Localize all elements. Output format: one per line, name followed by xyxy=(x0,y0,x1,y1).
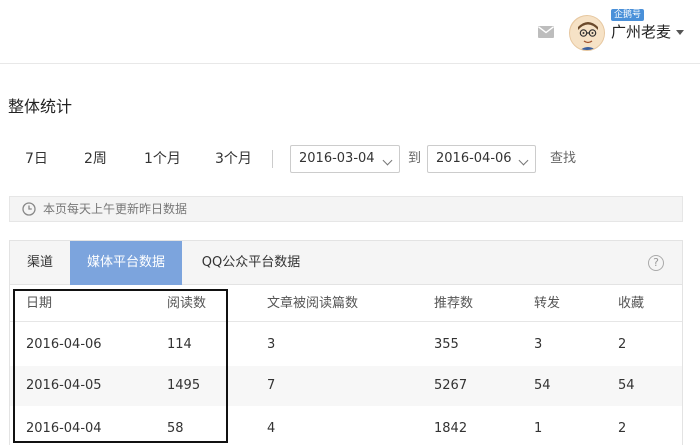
top-header: 企鹅号 广州老麦 xyxy=(0,0,700,64)
help-icon[interactable]: ? xyxy=(648,255,664,271)
cell-recommends: 5267 xyxy=(434,378,468,393)
cell-favorites: 2 xyxy=(618,421,627,436)
search-button[interactable]: 查找 xyxy=(550,150,576,168)
chevron-down-icon xyxy=(518,155,529,166)
chevron-down-icon xyxy=(382,155,393,166)
annotation-highlight-box xyxy=(13,289,228,443)
cell-articles-read: 3 xyxy=(267,337,276,352)
cell-shares: 54 xyxy=(534,378,551,393)
tab-qq-platform[interactable]: QQ公众平台数据 xyxy=(188,241,314,285)
cell-recommends: 355 xyxy=(434,337,459,352)
tab-bar: 渠道 媒体平台数据 QQ公众平台数据 ? xyxy=(10,241,682,285)
cell-favorites: 54 xyxy=(618,378,635,393)
tab-media-platform[interactable]: 媒体平台数据 xyxy=(70,241,182,285)
cell-articles-read: 7 xyxy=(267,378,276,393)
cell-favorites: 2 xyxy=(618,337,627,352)
range-7d-button[interactable]: 7日 xyxy=(25,149,48,169)
start-date-picker[interactable]: 2016-03-04 xyxy=(290,145,400,173)
range-2w-button[interactable]: 2周 xyxy=(84,149,107,169)
page-title: 整体统计 xyxy=(8,97,73,116)
username[interactable]: 广州老麦 xyxy=(611,22,671,42)
account-type-badge: 企鹅号 xyxy=(611,9,645,21)
chevron-down-icon[interactable] xyxy=(676,30,684,35)
notice-text: 本页每天上午更新昨日数据 xyxy=(43,202,188,216)
to-label: 到 xyxy=(408,151,422,166)
end-date-picker[interactable]: 2016-04-06 xyxy=(427,145,536,173)
avatar[interactable] xyxy=(569,15,605,51)
cell-shares: 1 xyxy=(534,421,543,436)
column-header-shares: 转发 xyxy=(534,296,561,311)
start-date-value: 2016-03-04 xyxy=(299,151,375,166)
cell-recommends: 1842 xyxy=(434,421,468,436)
column-header-favorites: 收藏 xyxy=(618,296,645,311)
update-notice: 本页每天上午更新昨日数据 xyxy=(9,196,683,222)
range-3m-button[interactable]: 3个月 xyxy=(215,149,252,169)
cell-shares: 3 xyxy=(534,337,543,352)
column-header-recommends: 推荐数 xyxy=(434,296,474,311)
mail-icon[interactable] xyxy=(538,26,554,38)
avatar-face-icon xyxy=(570,16,604,50)
clock-icon xyxy=(22,202,36,216)
end-date-value: 2016-04-06 xyxy=(436,151,512,166)
cell-articles-read: 4 xyxy=(267,421,276,436)
tab-channel[interactable]: 渠道 xyxy=(10,241,70,285)
range-1m-button[interactable]: 1个月 xyxy=(144,149,181,169)
column-header-articles-read: 文章被阅读篇数 xyxy=(267,296,359,311)
filter-divider xyxy=(272,150,273,168)
